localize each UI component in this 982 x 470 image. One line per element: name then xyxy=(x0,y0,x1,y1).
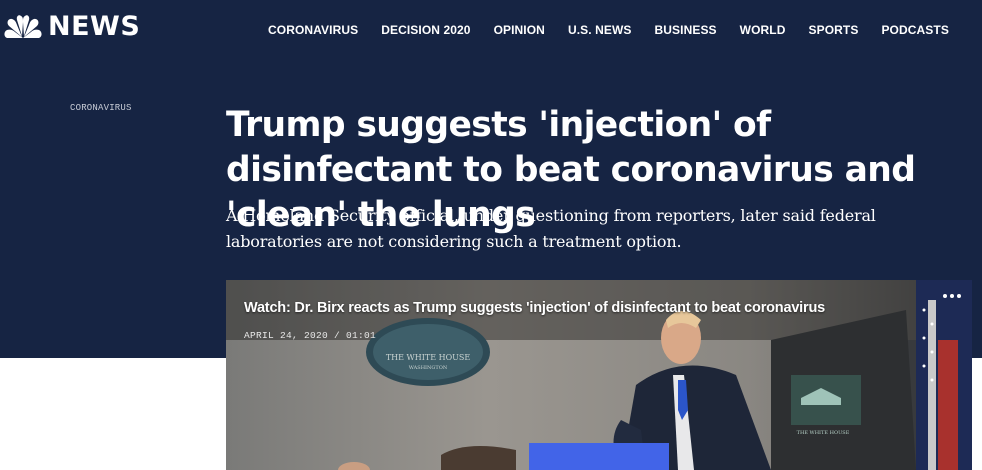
video-date-duration: APRIL 24, 2020 / 01:01 xyxy=(244,330,377,341)
main-nav: CORONAVIRUS DECISION 2020 OPINION U.S. N… xyxy=(268,23,972,37)
seal-subtext: WASHINGTON xyxy=(409,365,448,371)
article-dek: A Homeland Security official, under ques… xyxy=(226,206,876,251)
nav-world[interactable]: WORLD xyxy=(740,23,786,37)
nav-decision-2020[interactable]: DECISION 2020 xyxy=(381,23,470,37)
nav-sports[interactable]: SPORTS xyxy=(809,23,859,37)
nav-business[interactable]: BUSINESS xyxy=(655,23,717,37)
nav-podcasts[interactable]: PODCASTS xyxy=(881,23,948,37)
brand-wordmark: NEWS xyxy=(48,11,141,42)
section-label[interactable]: CORONAVIRUS xyxy=(70,103,132,113)
nav-opinion[interactable]: OPINION xyxy=(494,23,545,37)
nav-us-news[interactable]: U.S. NEWS xyxy=(568,23,632,37)
podium-text: THE WHITE HOUSE xyxy=(797,430,850,436)
video-title[interactable]: Watch: Dr. Birx reacts as Trump suggests… xyxy=(244,300,825,316)
more-options-icon[interactable] xyxy=(940,290,964,302)
video-player[interactable]: THE WHITE HOUSE WASHINGTON THE WHITE HOU… xyxy=(226,280,972,470)
nbc-news-logo[interactable]: NEWS xyxy=(4,13,140,40)
nav-coronavirus[interactable]: CORONAVIRUS xyxy=(268,23,358,37)
seal-text: THE WHITE HOUSE xyxy=(386,353,471,362)
peacock-icon xyxy=(4,14,42,38)
